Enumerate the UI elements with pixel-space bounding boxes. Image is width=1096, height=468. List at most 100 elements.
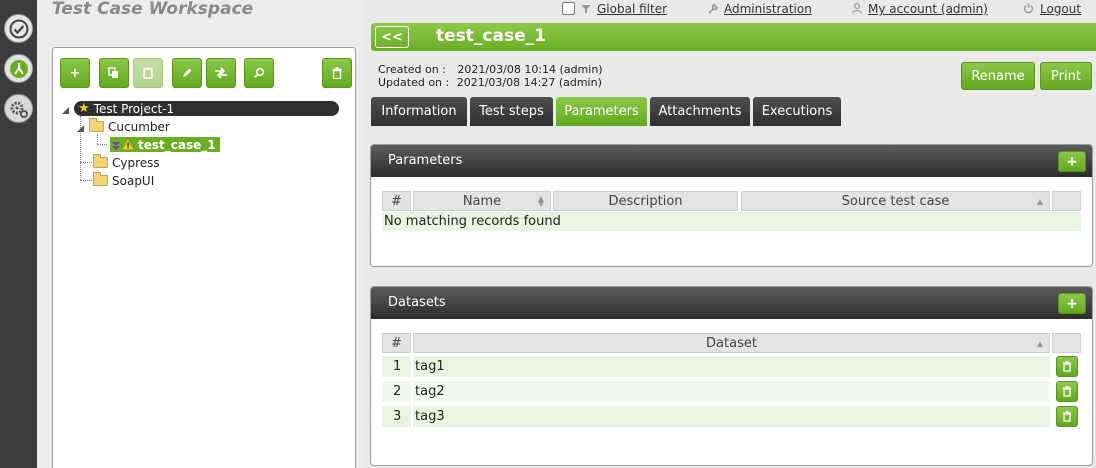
tab-test-steps[interactable]: Test steps <box>470 97 553 126</box>
test-case-label: test_case_1 <box>138 137 216 152</box>
datasets-section: Datasets + # Dataset ▲ 1 tag1 2 tag2 3 t… <box>370 286 1093 466</box>
sort-icon[interactable]: ▲ ▼ <box>538 195 544 208</box>
dataset-row-num: 3 <box>393 409 402 424</box>
my-account-link[interactable]: My account (admin) <box>868 2 988 16</box>
add-parameter-button[interactable]: + <box>1058 151 1086 172</box>
global-filter-link[interactable]: Global filter <box>597 2 667 16</box>
clipboard-icon <box>143 67 153 79</box>
wrench-icon <box>708 3 719 17</box>
importance-icon <box>112 140 120 150</box>
administration-link[interactable]: Administration <box>724 2 812 16</box>
rename-button[interactable]: Rename <box>961 62 1035 90</box>
tab-information[interactable]: Information <box>371 97 467 126</box>
sort-asc-icon[interactable]: ▲ <box>1037 198 1043 206</box>
col-source-label: Source test case <box>841 193 950 209</box>
tree-test-case-node[interactable]: test_case_1 <box>110 136 220 153</box>
gear-icon <box>10 101 28 118</box>
delete-dataset-button[interactable] <box>1056 356 1078 377</box>
folder-label: SoapUI <box>112 173 155 188</box>
global-filter-checkbox[interactable] <box>562 2 575 15</box>
folder-label: Cypress <box>112 155 160 170</box>
tree-project-node[interactable]: ★ Test Project-1 <box>59 100 339 117</box>
checkmark-icon <box>9 19 28 38</box>
swap-arrows-icon <box>215 67 227 79</box>
project-node-label: Test Project-1 <box>93 101 175 116</box>
back-button[interactable]: << <box>375 26 409 48</box>
tree-folder-soapui[interactable]: SoapUI <box>93 172 154 189</box>
project-node-pill[interactable]: ★ Test Project-1 <box>74 101 339 116</box>
copy-icon <box>108 67 118 78</box>
collapse-toggle-icon[interactable] <box>76 122 85 132</box>
delete-dataset-button[interactable] <box>1056 406 1078 427</box>
parameters-col-actions <box>1052 191 1081 211</box>
workspace-title: Test Case Workspace <box>52 0 254 19</box>
dataset-row-num: 1 <box>393 359 402 374</box>
tree-connector <box>97 134 98 144</box>
tree-connector <box>97 144 107 145</box>
filter-icon <box>581 4 591 17</box>
tab-parameters[interactable]: Parameters <box>556 97 647 126</box>
settings-nav-icon[interactable] <box>4 94 33 123</box>
copy-button[interactable] <box>99 58 129 88</box>
user-icon <box>851 2 863 17</box>
logout-link[interactable]: Logout <box>1040 2 1081 16</box>
dataset-row-name[interactable]: tag3 <box>415 409 445 424</box>
parameters-header: Parameters + <box>371 145 1092 177</box>
tree-folder-cucumber[interactable]: Cucumber <box>76 118 170 135</box>
print-button[interactable]: Print <box>1040 62 1092 90</box>
search-icon <box>253 67 265 79</box>
tab-executions[interactable]: Executions <box>753 97 841 126</box>
tree-connector <box>80 162 92 163</box>
dataset-row-name[interactable]: tag1 <box>415 359 445 374</box>
collapse-toggle-icon[interactable] <box>61 104 70 114</box>
plus-icon: + <box>69 65 81 81</box>
parameters-title: Parameters <box>388 153 463 168</box>
left-nav-rail <box>0 0 37 468</box>
trash-icon <box>1063 411 1071 422</box>
search-button[interactable] <box>244 58 274 88</box>
paste-button[interactable] <box>133 58 163 88</box>
col-name-label: Name <box>462 193 502 209</box>
table-row[interactable] <box>413 356 1050 377</box>
campaign-workspace-nav-icon[interactable] <box>4 54 33 83</box>
datasets-col-dataset[interactable]: Dataset ▲ <box>413 333 1050 353</box>
trash-icon <box>1063 361 1071 372</box>
dataset-row-num: 2 <box>393 384 402 399</box>
top-bar: Global filter Administration My account … <box>363 0 1096 20</box>
parameters-col-num[interactable]: # <box>382 191 411 211</box>
import-export-button[interactable] <box>206 58 236 88</box>
parameters-col-description[interactable]: Description <box>553 191 738 211</box>
parameters-section: Parameters + # Name ▲ ▼ Description Sourc… <box>370 144 1093 267</box>
table-row[interactable] <box>413 406 1050 427</box>
test-case-title: test_case_1 <box>436 26 546 46</box>
updated-on-value: 2021/03/08 14:27 (admin) <box>456 76 602 89</box>
created-on-value: 2021/03/08 10:14 (admin) <box>457 63 603 76</box>
folder-icon <box>89 118 104 132</box>
add-dataset-button[interactable]: + <box>1058 293 1086 314</box>
star-icon: ★ <box>78 101 90 116</box>
datasets-col-num[interactable]: # <box>382 333 411 353</box>
updated-on-label: Updated on : <box>378 76 450 89</box>
rename-node-button[interactable] <box>172 58 202 88</box>
test-case-workspace-nav-icon[interactable] <box>4 14 33 43</box>
parameters-col-source[interactable]: Source test case ▲ <box>741 191 1050 211</box>
dataset-row-name[interactable]: tag2 <box>415 384 445 399</box>
folder-icon <box>93 154 108 168</box>
delete-node-button[interactable] <box>322 58 352 88</box>
tab-attachments[interactable]: Attachments <box>650 97 750 126</box>
delete-dataset-button[interactable] <box>1056 381 1078 402</box>
no-records-text: No matching records found <box>384 214 561 229</box>
trash-icon <box>1063 386 1071 397</box>
datasets-col-actions <box>1052 333 1081 353</box>
table-row[interactable] <box>413 381 1050 402</box>
datasets-title: Datasets <box>388 295 446 310</box>
add-node-button[interactable]: + <box>60 58 90 88</box>
sort-asc-icon[interactable]: ▲ <box>1037 340 1043 348</box>
selected-test-case-highlight[interactable]: test_case_1 <box>110 137 220 152</box>
parameters-col-name[interactable]: Name ▲ ▼ <box>413 191 551 211</box>
tree-folder-cypress[interactable]: Cypress <box>93 154 160 171</box>
power-icon <box>1023 3 1034 17</box>
test-case-title-bar: << test_case_1 <box>371 23 1096 51</box>
updated-on-info: Updated on : 2021/03/08 14:27 (admin) <box>378 76 602 89</box>
trash-icon <box>332 67 342 79</box>
